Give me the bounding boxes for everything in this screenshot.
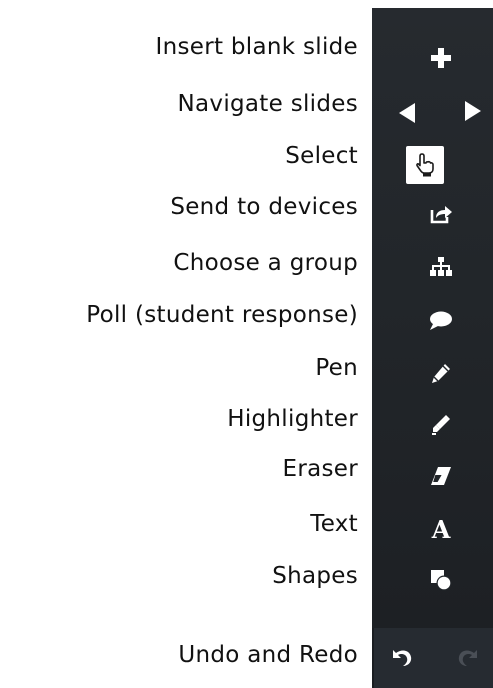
choose-group-button[interactable] — [426, 252, 456, 282]
label-insert-blank-slide: Insert blank slide — [155, 34, 358, 60]
label-undo-redo: Undo and Redo — [178, 642, 358, 668]
label-poll: Poll (student response) — [86, 302, 358, 328]
label-select: Select — [285, 143, 358, 169]
pen-tool-button[interactable] — [426, 358, 456, 388]
undo-redo-bar — [372, 628, 493, 688]
label-send-to-devices: Send to devices — [170, 194, 358, 220]
undo-button[interactable] — [388, 644, 416, 672]
label-eraser: Eraser — [282, 456, 358, 482]
pencil-icon — [432, 364, 450, 383]
previous-slide-button[interactable] — [392, 98, 422, 128]
label-pen: Pen — [315, 355, 358, 381]
undo-icon — [393, 650, 412, 666]
redo-button[interactable] — [454, 644, 482, 672]
tool-labels: Insert blank slide Navigate slides Selec… — [0, 0, 362, 688]
plus-icon — [431, 48, 451, 68]
select-tool-button[interactable] — [406, 146, 444, 184]
highlighter-tool-button[interactable] — [426, 409, 456, 439]
redo-icon — [458, 650, 477, 666]
text-tool-button[interactable]: A — [426, 513, 456, 547]
insert-blank-slide-button[interactable] — [428, 45, 454, 71]
shapes-tool-button[interactable] — [426, 565, 456, 595]
eraser-tool-button[interactable] — [426, 461, 456, 491]
text-a-icon: A — [431, 515, 451, 544]
next-slide-button[interactable] — [458, 96, 488, 126]
highlighter-icon — [432, 415, 450, 435]
arrow-right-icon — [465, 101, 481, 121]
speech-bubble-icon — [430, 311, 452, 330]
poll-button[interactable] — [426, 306, 456, 336]
shapes-icon — [431, 570, 452, 591]
arrow-left-icon — [399, 103, 415, 123]
hand-pointer-icon — [416, 153, 434, 177]
send-to-devices-button[interactable] — [426, 198, 456, 228]
label-highlighter: Highlighter — [227, 406, 358, 432]
label-shapes: Shapes — [272, 563, 358, 589]
label-choose-a-group: Choose a group — [173, 250, 358, 276]
toolbar: A — [372, 8, 493, 628]
label-text: Text — [310, 511, 358, 537]
label-navigate-slides: Navigate slides — [177, 91, 358, 117]
sitemap-icon — [430, 257, 452, 276]
share-icon — [430, 206, 452, 224]
eraser-icon — [431, 467, 451, 485]
